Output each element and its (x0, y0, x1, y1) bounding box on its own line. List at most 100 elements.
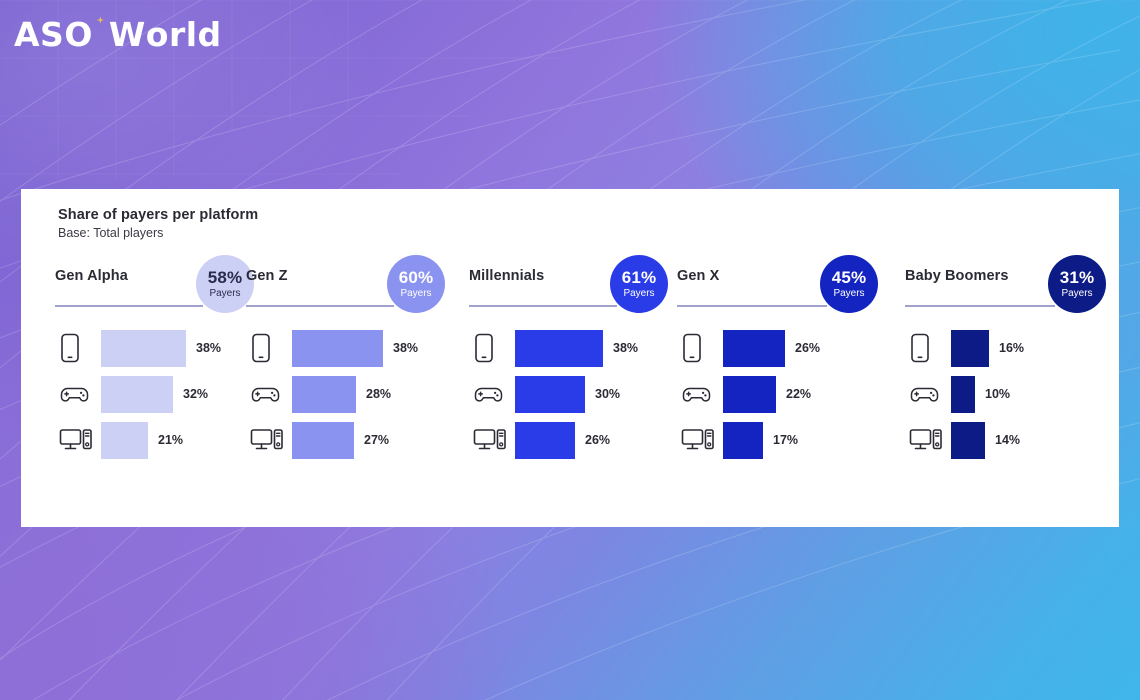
bar-value-console: 30% (595, 387, 621, 401)
bar-console (951, 375, 975, 413)
bar-mobile (951, 329, 989, 367)
chart-card: Share of payers per platform Base: Total… (21, 189, 1119, 527)
bar-pc (101, 421, 148, 459)
aso-world-logo: AS O Wo rld (14, 12, 222, 56)
bar-group: 26% (515, 421, 611, 459)
bar-pc (951, 421, 985, 459)
logo-text-aso: AS (14, 14, 65, 54)
sparkle-icon (96, 16, 104, 24)
bar-value-pc: 27% (364, 433, 390, 447)
platform-row-mobile: 38% (55, 325, 236, 371)
bar-group: 21% (101, 421, 184, 459)
infographic-canvas: AS O Wo rld Share of payers per platform Ba… (0, 0, 1140, 700)
generation-column-gen-alpha: Gen Alpha 58% Payers 38% 32% 21% (21, 252, 254, 463)
mobile-phone-icon (55, 333, 101, 363)
bar-group: 38% (292, 329, 418, 367)
platform-row-console: 32% (55, 371, 236, 417)
bar-pc (515, 421, 575, 459)
header-divider (677, 305, 827, 307)
bar-console (515, 375, 585, 413)
generation-header: Gen X 45% Payers (677, 252, 885, 314)
platform-rows: 38% 30% 26% (469, 325, 660, 463)
game-controller-icon (55, 382, 101, 406)
bar-console (292, 375, 356, 413)
bar-pc (723, 421, 763, 459)
generation-name: Gen Alpha (55, 268, 128, 284)
platform-row-pc: 17% (677, 417, 885, 463)
payers-percent: 60% (398, 268, 434, 287)
generation-header: Millennials 61% Payers (469, 252, 668, 314)
generation-column-gen-z: Gen Z 60% Payers 38% 28% 27% (236, 252, 448, 463)
header-divider (246, 305, 394, 307)
bar-group: 28% (292, 375, 392, 413)
header-divider (469, 305, 617, 307)
desktop-pc-icon (469, 427, 515, 453)
bar-mobile (292, 329, 383, 367)
game-controller-icon (677, 382, 723, 406)
bar-value-mobile: 16% (999, 341, 1025, 355)
bar-group: 17% (723, 421, 799, 459)
mobile-phone-icon (469, 333, 515, 363)
payers-percent: 31% (1059, 268, 1095, 287)
generation-columns: Gen Alpha 58% Payers 38% 32% 21% Gen Z 6… (21, 252, 1119, 463)
platform-row-console: 30% (469, 371, 660, 417)
bar-group: 26% (723, 329, 821, 367)
platform-rows: 26% 22% 17% (677, 325, 885, 463)
payers-percent: 61% (621, 268, 657, 287)
desktop-pc-icon (677, 427, 723, 453)
bar-value-mobile: 38% (196, 341, 222, 355)
mobile-phone-icon (246, 333, 292, 363)
payers-bubble: 31% Payers (1048, 255, 1106, 313)
bar-mobile (723, 329, 785, 367)
bar-group: 22% (723, 375, 812, 413)
platform-row-pc: 21% (55, 417, 236, 463)
game-controller-icon (905, 382, 951, 406)
mobile-phone-icon (905, 333, 951, 363)
generation-name: Millennials (469, 268, 545, 284)
platform-row-console: 28% (246, 371, 448, 417)
desktop-pc-icon (905, 427, 951, 453)
bar-value-console: 10% (985, 387, 1011, 401)
bar-group: 10% (951, 375, 1011, 413)
bar-value-pc: 14% (995, 433, 1021, 447)
bar-group: 38% (101, 329, 222, 367)
bar-value-pc: 21% (158, 433, 184, 447)
platform-row-pc: 27% (246, 417, 448, 463)
payers-label: Payers (833, 288, 865, 299)
generation-name: Gen X (677, 268, 720, 284)
bar-console (101, 375, 173, 413)
bar-value-console: 22% (786, 387, 812, 401)
header-divider (905, 305, 1055, 307)
header-divider (55, 305, 203, 307)
bar-mobile (515, 329, 603, 367)
bar-value-mobile: 26% (795, 341, 821, 355)
bar-console (723, 375, 776, 413)
bar-group: 16% (951, 329, 1025, 367)
logo-letter-w: W (108, 14, 146, 54)
generation-column-millennials: Millennials 61% Payers 38% 30% 26% (448, 252, 668, 463)
game-controller-icon (469, 382, 515, 406)
chart-subtitle: Base: Total players (58, 226, 164, 240)
generation-column-baby-boomers: Baby Boomers 31% Payers 16% 10% 14% (885, 252, 1119, 463)
payers-bubble: 45% Payers (820, 255, 878, 313)
logo-letter-o-first: O (64, 15, 104, 54)
bar-mobile (101, 329, 186, 367)
bar-value-pc: 26% (585, 433, 611, 447)
chart-title: Share of payers per platform (58, 207, 259, 223)
bar-group: 30% (515, 375, 621, 413)
desktop-pc-icon (246, 427, 292, 453)
game-controller-icon (246, 382, 292, 406)
bar-value-pc: 17% (773, 433, 799, 447)
platform-row-console: 22% (677, 371, 885, 417)
bar-value-console: 28% (366, 387, 392, 401)
platform-row-console: 10% (905, 371, 1119, 417)
platform-row-mobile: 16% (905, 325, 1119, 371)
bar-group: 32% (101, 375, 209, 413)
platform-row-mobile: 26% (677, 325, 885, 371)
platform-rows: 38% 32% 21% (55, 325, 236, 463)
bar-group: 38% (515, 329, 638, 367)
bar-value-console: 32% (183, 387, 209, 401)
payers-label: Payers (1061, 288, 1093, 299)
platform-row-pc: 14% (905, 417, 1119, 463)
generation-column-gen-x: Gen X 45% Payers 26% 22% 17% (660, 252, 885, 463)
